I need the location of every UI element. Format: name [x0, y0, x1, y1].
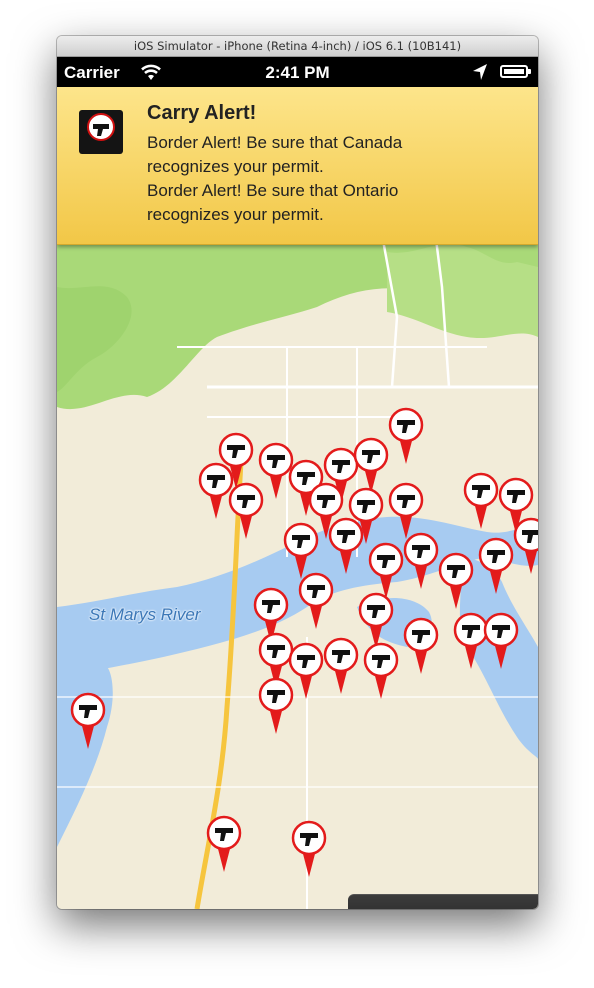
battery-icon — [500, 65, 531, 78]
map-toolbar: i — [348, 894, 538, 909]
map-pin[interactable] — [462, 472, 500, 530]
map-pin[interactable] — [227, 482, 265, 540]
map-pin[interactable] — [362, 642, 400, 700]
map-pin[interactable] — [512, 517, 538, 575]
status-bar: Carrier 2:41 PM — [57, 57, 538, 87]
alert-line: recognizes your permit. — [147, 157, 324, 176]
map-label-river: St Marys River — [89, 605, 201, 624]
map-pin[interactable] — [69, 692, 107, 750]
simulator-window: iOS Simulator - iPhone (Retina 4-inch) /… — [57, 36, 538, 909]
alert-line: Border Alert! Be sure that Canada — [147, 133, 403, 152]
map-pin[interactable] — [290, 820, 328, 878]
map-pin[interactable] — [327, 517, 365, 575]
alert-message: Border Alert! Be sure that Canada recogn… — [147, 131, 522, 227]
alert-title: Carry Alert! — [147, 102, 257, 124]
map-pin[interactable] — [477, 537, 515, 595]
carry-alert-banner[interactable]: Carry Alert! Border Alert! Be sure that … — [57, 87, 538, 245]
location-arrow-icon — [473, 64, 487, 80]
alert-line: recognizes your permit. — [147, 205, 324, 224]
map-pin[interactable] — [387, 407, 425, 465]
map-pin[interactable] — [402, 617, 440, 675]
map-pin[interactable] — [437, 552, 475, 610]
simulator-title: iOS Simulator - iPhone (Retina 4-inch) /… — [57, 36, 538, 57]
map-pin[interactable] — [482, 612, 520, 670]
map-pin[interactable] — [205, 815, 243, 873]
map-pin[interactable] — [297, 572, 335, 630]
alert-line: Border Alert! Be sure that Ontario — [147, 181, 399, 200]
map-pin[interactable] — [257, 677, 295, 735]
gun-icon — [93, 124, 109, 136]
app-logo-icon — [79, 110, 123, 154]
map-pin[interactable] — [322, 637, 360, 695]
map-pin[interactable] — [402, 532, 440, 590]
status-time: 2:41 PM — [265, 63, 330, 82]
